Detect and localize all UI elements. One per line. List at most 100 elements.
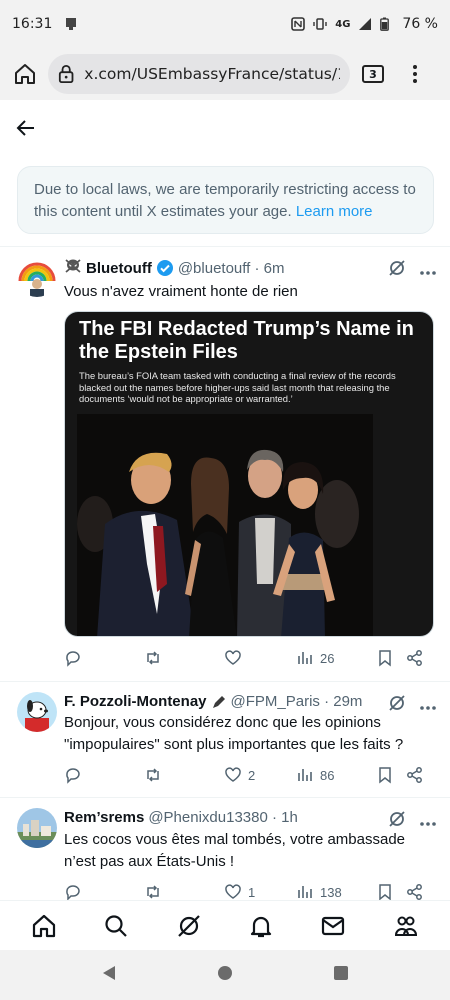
nav-grok[interactable] <box>169 906 209 946</box>
tab-switcher-button[interactable]: 3 <box>362 65 384 83</box>
share-button[interactable] <box>406 883 424 901</box>
learn-more-link[interactable]: Learn more <box>296 203 373 220</box>
grok-icon[interactable] <box>388 259 406 282</box>
circle-home-icon <box>218 965 232 980</box>
bookmark-icon <box>379 884 391 901</box>
view-count: 86 <box>320 767 335 783</box>
post-media-image[interactable]: The FBI Redacted Trump’s Name in the Eps… <box>64 311 434 637</box>
post-text: Vous n'avez vraiment honte de rien <box>64 283 298 300</box>
like-button[interactable]: 1 <box>224 883 296 901</box>
nav-notifications[interactable] <box>241 906 281 946</box>
heart-icon <box>225 650 241 665</box>
more-horizontal-icon[interactable] <box>420 813 436 831</box>
lock-icon[interactable] <box>58 64 74 84</box>
network-label: 4G <box>335 18 351 30</box>
author-name[interactable]: Rem’srems <box>64 809 144 826</box>
url-bar[interactable]: x.com/USEmbassyFrance/status/195 <box>48 54 350 94</box>
share-icon <box>407 650 422 666</box>
nav-search[interactable] <box>96 906 136 946</box>
media-subheadline: The bureau’s FOIA team tasked with condu… <box>79 370 396 404</box>
android-back-button[interactable] <box>101 965 117 986</box>
views-icon <box>298 769 312 781</box>
repost-button[interactable] <box>144 766 224 784</box>
triangle-back-icon <box>103 965 115 980</box>
avatar[interactable] <box>17 257 57 297</box>
reply-button[interactable] <box>64 766 144 784</box>
share-button[interactable] <box>406 766 424 784</box>
grok-icon <box>178 914 200 937</box>
reply-icon <box>66 768 80 784</box>
views-icon <box>298 886 312 898</box>
avatar[interactable] <box>17 808 57 848</box>
like-count: 1 <box>248 884 256 900</box>
bookmark-icon <box>379 767 391 784</box>
author-handle[interactable]: @bluetouff · 6m <box>178 260 285 277</box>
age-restriction-notice: Due to local laws, we are temporarily re… <box>17 166 434 234</box>
author-name[interactable]: F. Pozzoli-Montenay <box>64 693 207 710</box>
back-button[interactable] <box>14 116 38 140</box>
like-button[interactable]: 2 <box>224 766 296 784</box>
views-button[interactable]: 86 <box>296 766 376 784</box>
bookmark-icon <box>379 650 391 667</box>
repost-button[interactable] <box>144 649 224 667</box>
nfc-icon <box>291 17 306 31</box>
status-bar: 16:31 4G 76 % <box>0 0 450 48</box>
vibrate-icon <box>313 17 327 31</box>
home-button[interactable] <box>8 57 42 91</box>
reply-button[interactable] <box>64 649 144 667</box>
like-button[interactable] <box>224 649 296 667</box>
android-navigation-bar <box>0 950 450 1000</box>
like-count: 2 <box>248 767 256 783</box>
android-recents-button[interactable] <box>333 965 349 986</box>
bookmark-button[interactable] <box>376 883 406 901</box>
battery-level: 76 % <box>402 16 438 32</box>
reply-button[interactable] <box>64 883 144 901</box>
people-icon <box>394 916 417 936</box>
share-icon <box>407 884 422 900</box>
reply-icon <box>66 651 80 667</box>
bookmark-button[interactable] <box>376 649 406 667</box>
view-count: 138 <box>320 884 342 900</box>
home-icon <box>33 914 56 937</box>
author-handle[interactable]: @Phenixdu13380 · 1h <box>148 809 298 826</box>
author-name[interactable]: Bluetouff <box>86 260 152 277</box>
reply-icon <box>66 885 80 901</box>
browser-menu-button[interactable] <box>398 57 432 91</box>
skull-icon <box>64 258 82 278</box>
views-button[interactable]: 26 <box>296 649 376 667</box>
square-recents-icon <box>334 965 348 980</box>
post-actions: 2 86 <box>64 765 436 785</box>
bottom-navigation <box>0 900 450 950</box>
browser-toolbar: x.com/USEmbassyFrance/status/195 3 <box>0 48 450 100</box>
repost-button[interactable] <box>144 883 224 901</box>
media-headline: The FBI Redacted Trump’s Name in the Eps… <box>79 318 414 363</box>
heart-icon <box>225 767 241 782</box>
author-handle[interactable]: @FPM_Paris · 29m <box>231 693 363 710</box>
share-button[interactable] <box>406 649 424 667</box>
nav-messages[interactable] <box>313 906 353 946</box>
search-icon <box>105 914 128 937</box>
heart-icon <box>225 884 241 899</box>
views-button[interactable]: 138 <box>296 883 376 901</box>
android-home-button[interactable] <box>217 965 233 986</box>
divider <box>0 681 450 682</box>
avatar[interactable] <box>17 692 57 732</box>
arrow-left-icon <box>16 120 34 136</box>
pen-icon <box>211 694 227 710</box>
notification-icon <box>64 17 78 31</box>
mail-icon <box>322 916 345 935</box>
view-count: 26 <box>320 650 335 666</box>
repost-icon <box>147 885 159 899</box>
views-icon <box>298 652 312 664</box>
more-horizontal-icon[interactable] <box>420 262 436 280</box>
repost-icon <box>147 768 159 782</box>
nav-communities[interactable] <box>386 906 426 946</box>
repost-icon <box>147 651 159 665</box>
nav-home[interactable] <box>24 906 64 946</box>
signal-icon <box>358 17 372 31</box>
divider <box>0 246 450 247</box>
verified-badge-icon <box>156 259 174 277</box>
bookmark-button[interactable] <box>376 766 406 784</box>
divider <box>0 797 450 798</box>
url-text[interactable]: x.com/USEmbassyFrance/status/195 <box>84 65 340 83</box>
